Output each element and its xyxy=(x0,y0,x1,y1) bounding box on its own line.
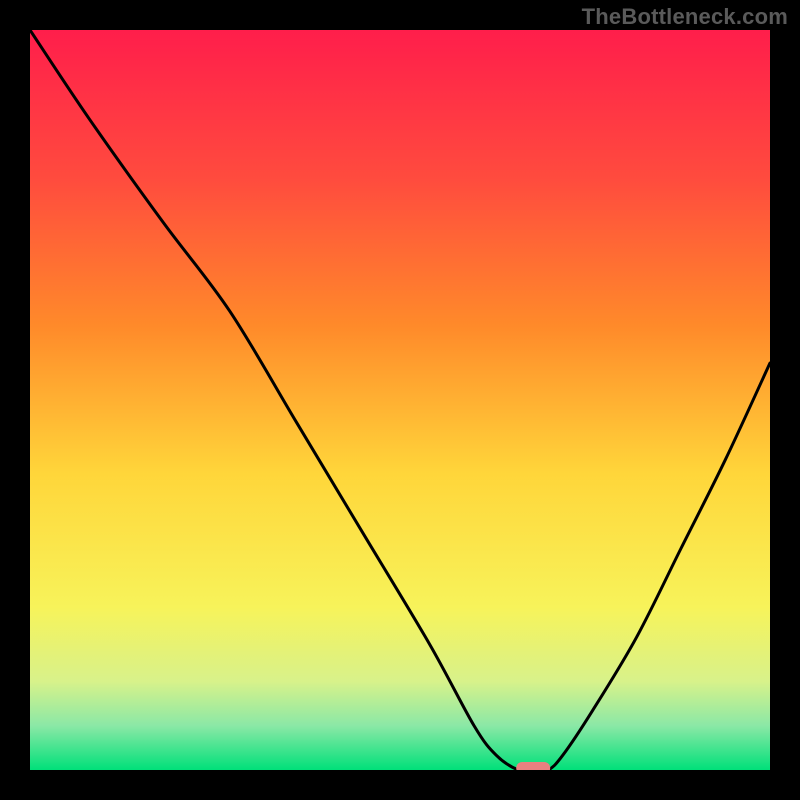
bottleneck-chart xyxy=(30,30,770,770)
gradient-background xyxy=(30,30,770,770)
optimal-marker-icon xyxy=(516,762,550,770)
watermark-text: TheBottleneck.com xyxy=(582,4,788,30)
chart-frame: TheBottleneck.com xyxy=(0,0,800,800)
plot-area xyxy=(30,30,770,770)
